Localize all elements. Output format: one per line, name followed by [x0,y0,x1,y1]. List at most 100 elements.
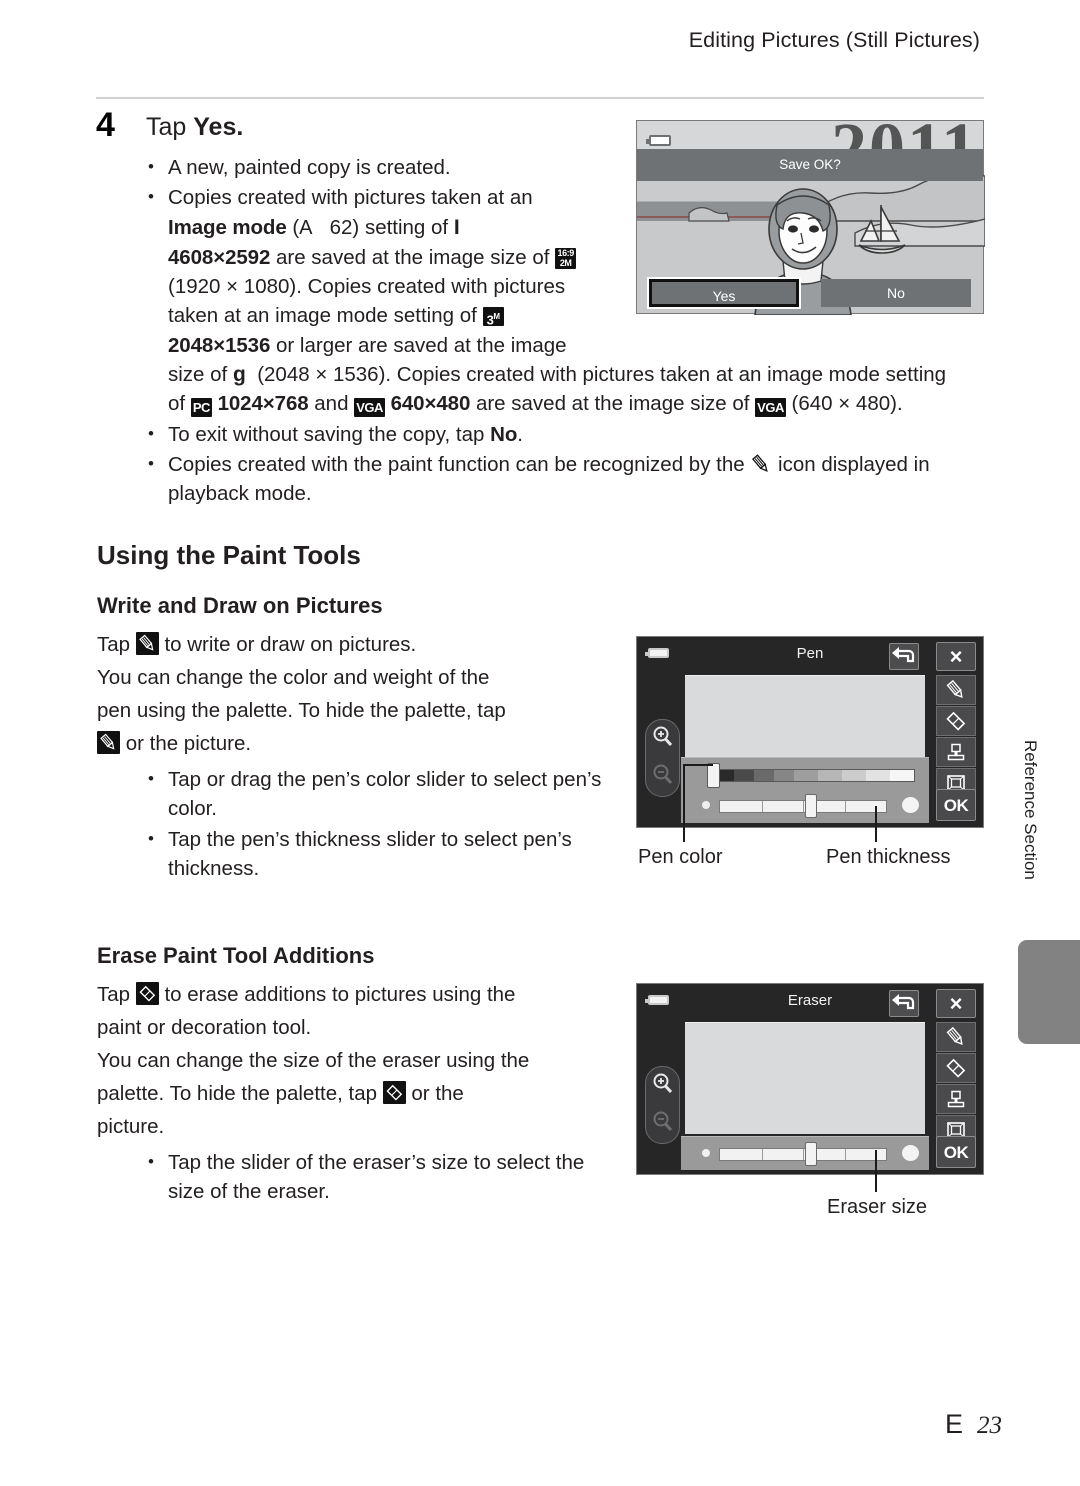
er-bullet-1: Tap the slider of the eraser’s size to s… [168,1151,585,1204]
running-head: Editing Pictures (Still Pictures) [688,28,980,52]
b2-saved-at: are saved at the image size of [275,245,550,269]
paint-pencil-icon [750,453,772,475]
b2-1920: (1920 × 1080). Copies created with pictu… [168,275,566,299]
list-item: Copies created with the paint function c… [140,449,990,509]
wd-bullet-2: Tap the pen’s thickness slider to select… [168,827,572,880]
b2-ref-page: 62) [329,215,360,239]
pencil-icon[interactable] [936,675,976,705]
image-size-16-9-2m-icon: 16:9 2M [555,248,577,270]
pen-thickness-leader-line [875,806,877,842]
size-max-dot-icon [902,1145,919,1161]
b2-2048: 2048×1536 [168,333,271,357]
eraser-size-slider[interactable] [719,1148,887,1161]
pen-color-leader-line [683,764,685,842]
erase-body: Tap to erase additions to pictures using… [97,978,627,1143]
er-line5: picture. [97,1115,165,1138]
step-title: Tap Yes. [146,113,243,142]
no-button[interactable]: No [821,279,971,307]
battery-icon [646,135,671,146]
eraser-tool-icon [135,982,159,1005]
zoom-in-icon[interactable] [651,1072,675,1101]
image-mode-symbol-icon: I [453,215,460,239]
step-title-prefix: Tap [146,113,194,141]
pencil-icon[interactable] [936,1022,976,1052]
eraser-tool-icon-2 [382,1081,406,1104]
tool-icon-column [936,1022,976,1145]
b2-or-larger: or larger are saved at the image [275,333,567,357]
wd-line3: pen using the palette. To hide the palet… [97,699,506,722]
er-line3: You can change the size of the eraser us… [97,1049,530,1072]
er-line2: paint or decoration tool. [97,1016,312,1039]
pen-color-caption: Pen color [638,846,723,868]
b4-text-b: icon displayed in [772,452,930,476]
image-size-vga-icon: VGA [354,398,385,418]
list-item: Tap the slider of the eraser’s size to s… [140,1147,610,1207]
b2-line1: Copies created with pictures taken at an [168,186,533,210]
back-button[interactable] [889,643,919,670]
ok-button[interactable]: OK [936,1136,976,1168]
list-item: A new, painted copy is created. [140,152,605,182]
b2-640-dim: (640 × 480). [791,392,903,416]
er-line4-b: or the [405,1082,464,1105]
close-icon[interactable]: × [936,642,976,671]
close-icon[interactable]: × [936,989,976,1018]
wd-line2: You can change the color and weight of t… [97,666,490,689]
wd-line4-b: or the picture. [120,732,252,755]
zoom-out-icon[interactable] [651,763,675,792]
step-title-bold: Yes. [193,113,244,141]
yes-button[interactable]: Yes [647,277,801,309]
stamp-icon[interactable] [936,1084,976,1114]
b4-text-a: Copies created with the paint function c… [168,452,751,476]
b3-text-b: . [517,422,523,446]
pen-screen-title: Pen [796,645,824,662]
figure-save-dialog: 2011 Save OK? Yes No [636,108,985,315]
stamp-icon[interactable] [936,737,976,767]
write-draw-body: Tap to write or draw on pictures. You ca… [97,628,617,760]
list-item: Tap the pen’s thickness slider to select… [140,824,650,884]
list-item: To exit without saving the copy, tap No. [140,419,990,449]
eraser-size-slider-knob[interactable] [805,1142,817,1166]
b2-image-mode: Image mode [168,215,287,239]
pen-thickness-slider[interactable] [719,800,887,813]
eraser-icon[interactable] [936,1053,976,1083]
b2-of: of [168,392,186,416]
eraser-icon[interactable] [936,706,976,736]
dialog-prompt-text: Save OK? [779,157,841,172]
book-reference-icon: A [299,216,313,239]
folio-section: E [944,1409,963,1439]
zoom-out-icon[interactable] [651,1110,675,1139]
ok-button[interactable]: OK [936,789,976,821]
b3-no: No [490,422,518,446]
eraser-screen-title: Eraser [787,992,833,1009]
pen-color-slider[interactable] [713,769,915,782]
thickness-max-dot-icon [902,797,919,813]
margin-tab-label: Reference Section [1021,740,1040,880]
folio-page: 23 [977,1412,1002,1439]
b2-taken-at: taken at an image mode setting of [168,304,477,328]
wd-line1-a: Tap [97,633,136,656]
eraser-canvas[interactable] [685,1022,925,1134]
section-heading-paint-tools: Using the Paint Tools [97,540,361,570]
tool-icon-column [936,675,976,798]
er-line4-a: palette. To hide the palette, tap [97,1082,383,1105]
pen-thickness-slider-knob[interactable] [805,794,817,818]
image-size-g-symbol-icon: g [232,363,246,387]
eraser-size-caption: Eraser size [827,1196,928,1218]
zoom-control [645,1066,680,1144]
header-rule [96,97,984,99]
er-line1-a: Tap [97,983,136,1006]
step-number: 4 [96,106,115,144]
pen-color-leader-tick [683,764,713,766]
b2-setting-of: setting of [364,215,449,239]
erase-bullets: Tap the slider of the eraser’s size to s… [140,1147,610,1208]
bullet-1-text: A new, painted copy is created. [168,156,451,179]
zoom-control [645,719,680,797]
list-item: Tap or drag the pen’s color slider to se… [140,764,640,824]
er-line1-b: to erase additions to pictures using the [158,983,516,1006]
b2-640: 640×480 [390,392,471,416]
eraser-size-leader-line [875,1150,877,1192]
b2-1024: 1024×768 [217,392,309,416]
zoom-in-icon[interactable] [651,725,675,754]
back-button[interactable] [889,990,919,1017]
pen-color-slider-knob[interactable] [707,763,720,788]
